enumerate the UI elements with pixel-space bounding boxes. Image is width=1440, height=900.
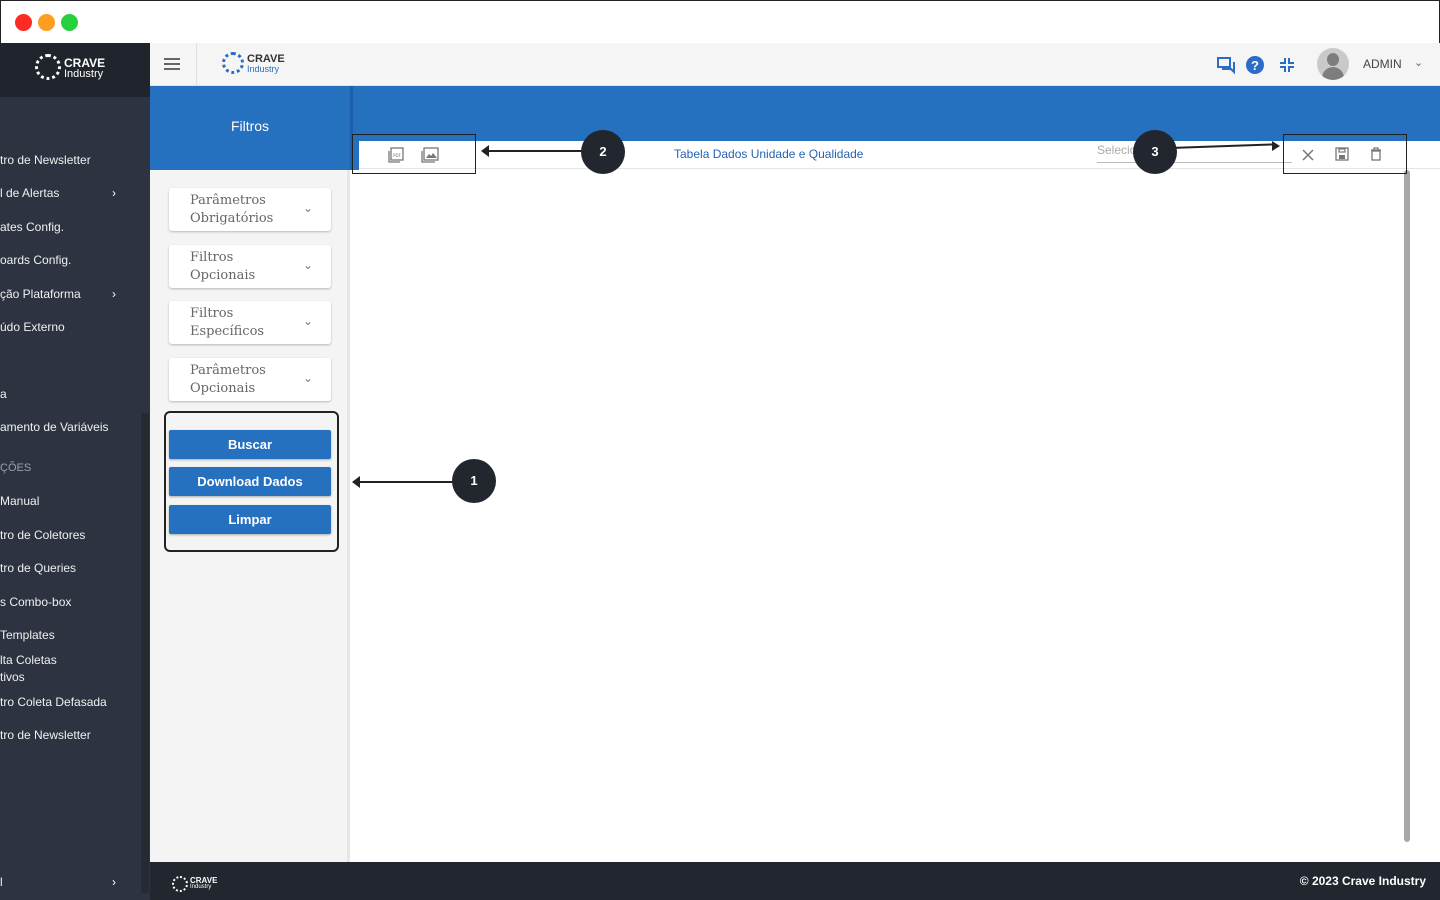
window-titlebar [0,0,1440,43]
sidebar-item-plataforma[interactable]: ção Plataforma › [0,287,150,307]
clear-button[interactable]: Limpar [169,505,331,534]
main-card: PDF Tabela Dados Unidade e Qualidade Sel… [359,141,1440,862]
chevron-down-icon: ⌄ [303,258,314,272]
accordion-filtros-especificos[interactable]: Filtros Específicos ⌄ [169,301,331,344]
sidebar-item-dashboards-config[interactable]: oards Config. [0,253,150,273]
maximize-window-button[interactable] [61,14,78,31]
chevron-right-icon: › [112,186,116,200]
sidebar-item-bottom[interactable]: l › [0,875,150,895]
footer: CRAVE Industry © 2023 Crave Industry [150,862,1440,900]
chevron-down-icon: ⌄ [303,314,314,328]
sidebar-item-combo-box[interactable]: s Combo-box [0,595,150,615]
avatar[interactable] [1317,48,1349,80]
filters-title: Filtros [230,118,270,134]
crave-logo-icon [222,52,244,74]
chevron-down-icon: ⌄ [303,371,314,385]
sidebar-item-coleta-defasada[interactable]: tro Coleta Defasada [0,695,150,715]
sidebar-section-acoes: ÇÕES [0,462,32,474]
user-name[interactable]: ADMIN [1363,57,1402,71]
chevron-down-icon: ⌄ [303,201,314,215]
filter-panel: Parâmetros Obrigatórios ⌄ Filtros Opcion… [150,170,350,862]
topbar-divider [196,43,197,86]
topbar: CRAVE Industry ? ADMIN ⌄ [150,43,1440,86]
copyright: © 2023 Crave Industry [1299,874,1426,888]
annotation-arrow-1 [357,481,457,483]
collapse-icon[interactable] [1277,55,1297,75]
sidebar-item-alertas[interactable]: l de Alertas › [0,186,150,206]
download-data-button[interactable]: Download Dados [169,467,331,496]
sidebar-item-ativos[interactable]: tivos [0,670,150,690]
sidebar-logo-text: CRAVE Industry [64,56,106,80]
sidebar-item-newsletter-2[interactable]: tro de Newsletter [0,728,150,748]
crave-logo-icon [35,54,61,80]
annotation-marker-1: 1 [452,459,496,503]
sidebar-item-manual[interactable]: Manual [0,494,150,514]
sidebar-item-coletores[interactable]: tro de Coletores [0,528,150,548]
crave-logo-icon [172,876,188,892]
accordion-filtros-opcionais[interactable]: Filtros Opcionais ⌄ [169,245,331,288]
annotation-marker-3: 3 [1133,130,1177,174]
close-window-button[interactable] [15,14,32,31]
help-icon[interactable]: ? [1245,55,1265,75]
table-title: Tabela Dados Unidade e Qualidade [674,147,864,161]
footer-logo: CRAVE Industry [190,876,218,891]
sidebar-item-queries[interactable]: tro de Queries [0,561,150,581]
sidebar-item-variaveis[interactable]: amento de Variáveis [0,420,150,440]
annotation-arrow-2 [488,150,584,152]
arrowhead-3 [1272,141,1280,151]
sidebar-item-newsletter[interactable]: tro de Newsletter [0,153,150,173]
chat-icon[interactable] [1216,55,1236,75]
sidebar: CRAVE Industry tro de Newsletter l de Al… [0,43,150,900]
accordion-parametros-opcionais[interactable]: Parâmetros Opcionais ⌄ [169,358,331,401]
sidebar-item-templates-config[interactable]: ates Config. [0,220,150,240]
annotation-box-2 [352,134,476,174]
topbar-logo[interactable]: CRAVE Industry [247,54,285,75]
sidebar-item-conteudo-externo[interactable]: údo Externo [0,320,150,340]
minimize-window-button[interactable] [38,14,55,31]
arrowhead-2 [481,145,489,157]
search-button[interactable]: Buscar [169,430,331,459]
main-scrollbar[interactable] [1404,170,1410,842]
chevron-right-icon: › [112,875,116,889]
arrowhead-1 [352,476,360,488]
annotation-box-3 [1283,134,1407,174]
sidebar-logo[interactable]: CRAVE Industry [0,43,150,97]
accordion-parametros-obrigatorios[interactable]: Parâmetros Obrigatórios ⌄ [169,188,331,231]
chevron-right-icon: › [112,287,116,301]
menu-icon[interactable] [164,58,180,70]
sidebar-item-a[interactable]: a [0,387,150,407]
filters-header: Filtros [150,86,350,170]
sidebar-item-templates[interactable]: Templates [0,628,150,648]
svg-text:?: ? [1251,58,1259,73]
sidebar-scrollbar[interactable] [141,413,149,893]
chevron-down-icon[interactable]: ⌄ [1414,56,1423,69]
annotation-marker-2: 2 [581,130,625,174]
